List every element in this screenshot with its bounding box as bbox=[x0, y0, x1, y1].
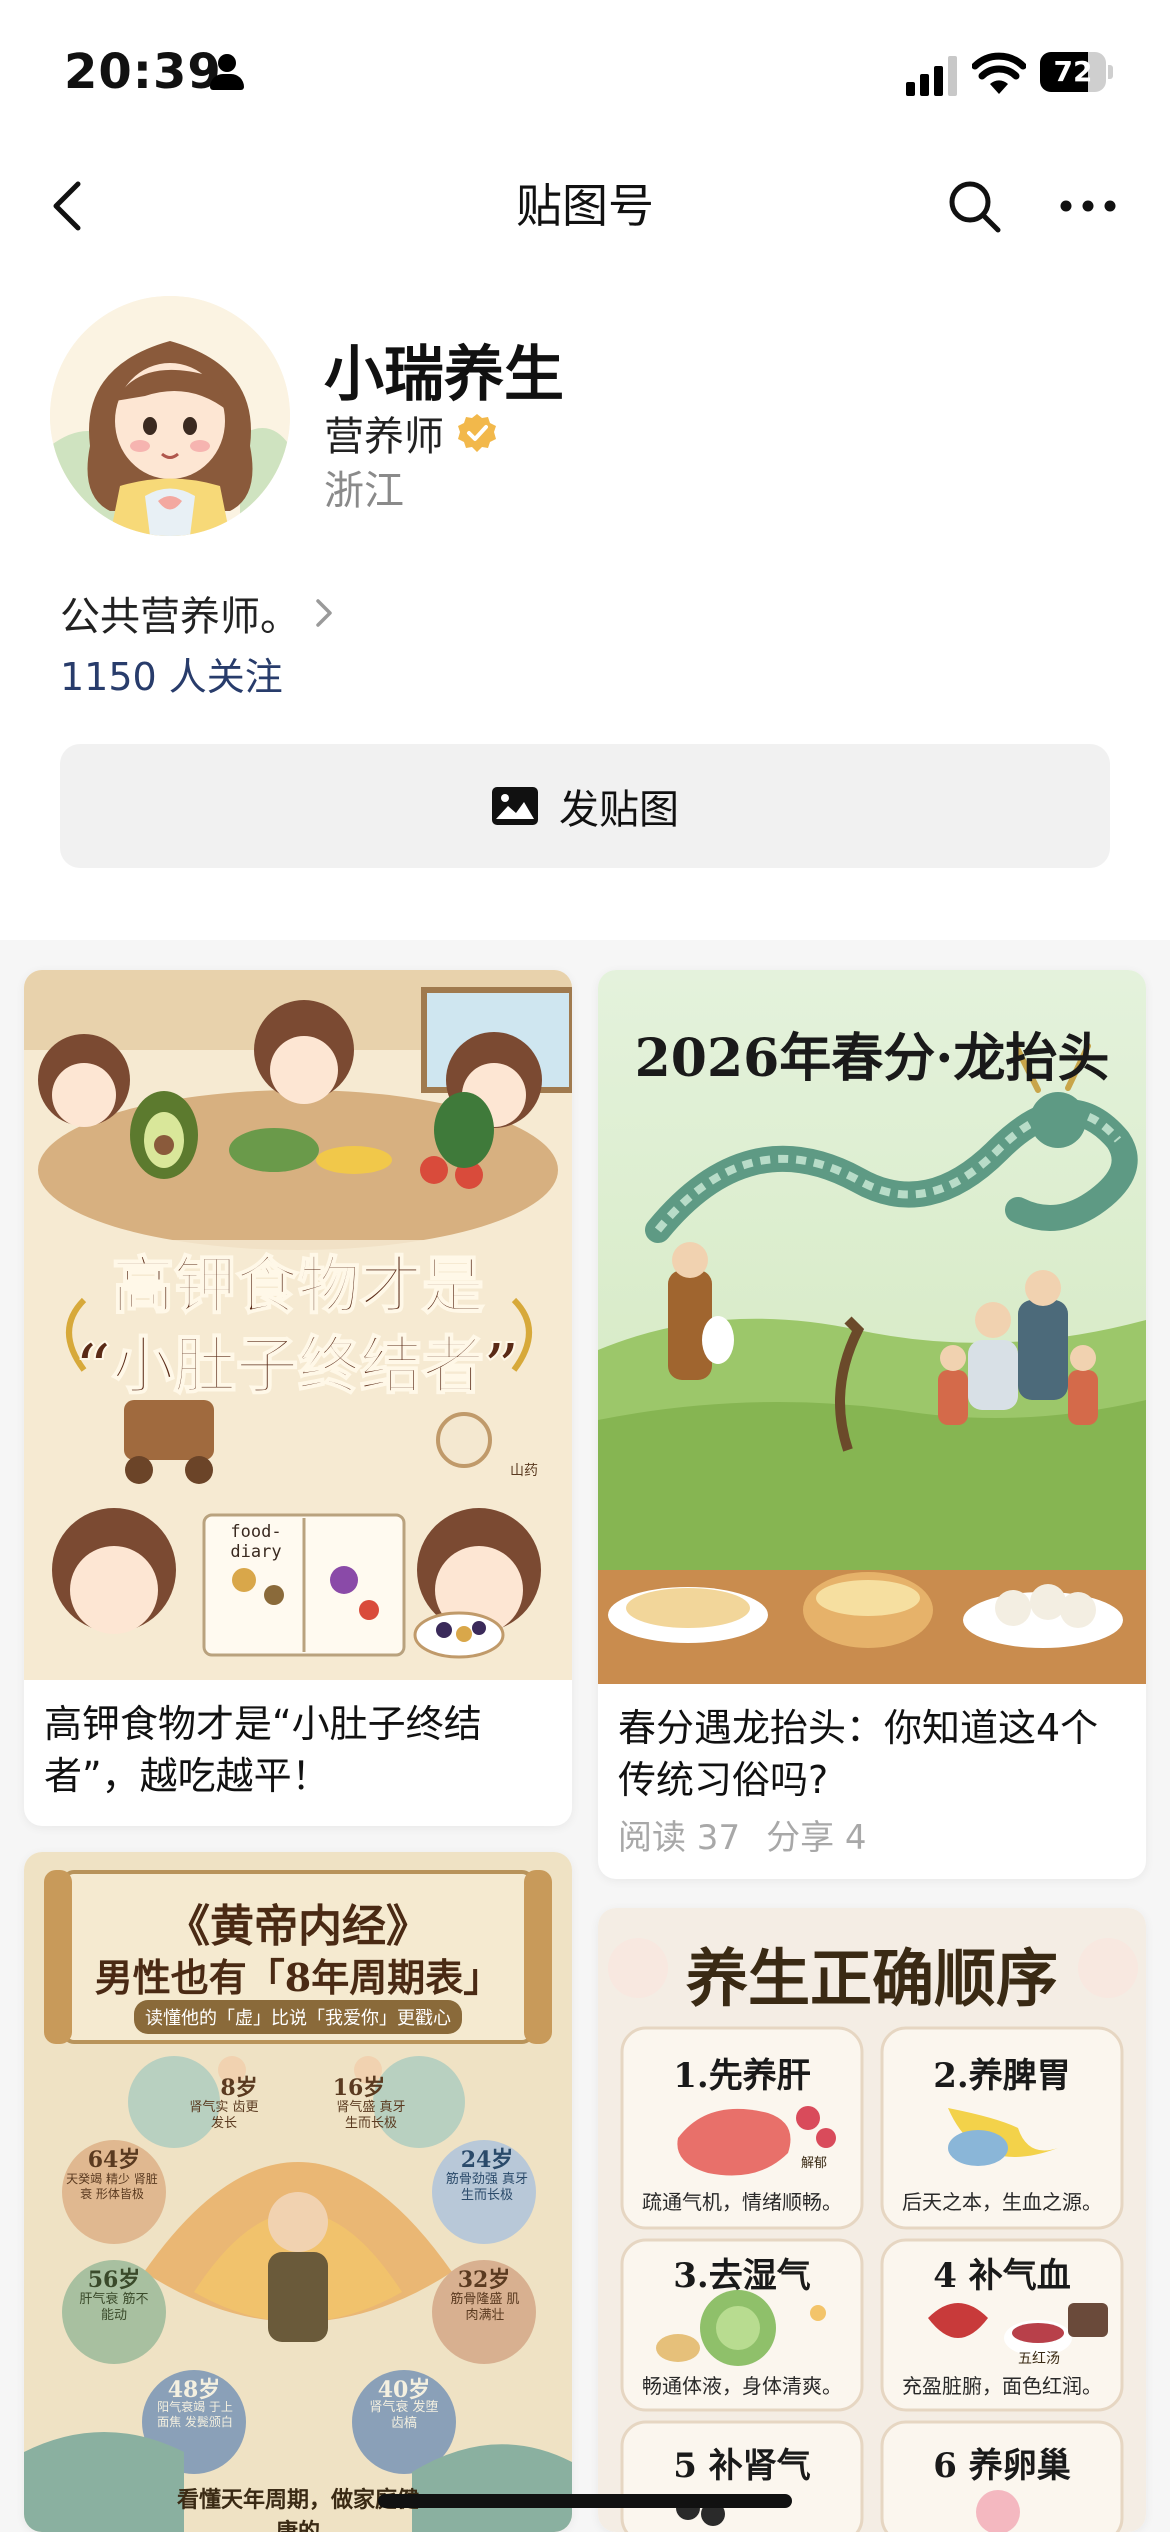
step-title: 3.去湿气 bbox=[673, 2256, 811, 2296]
step-title: 2.养脾胃 bbox=[933, 2056, 1071, 2096]
search-icon[interactable] bbox=[944, 176, 1004, 236]
feed-card[interactable]: 《黄帝内经》 男性也有「8年周期表」 读懂他的「虚」比说「我爱你」更戳心 8岁 … bbox=[24, 1852, 572, 2532]
post-image-button[interactable]: 发贴图 bbox=[60, 744, 1110, 868]
feed-card[interactable]: 养生正确顺序 1.先养肝 疏通气机，情绪顺畅。 解郁 2.养脾胃 后天之本，生血… bbox=[598, 1908, 1146, 2532]
post-image-label: 发贴图 bbox=[559, 787, 679, 833]
feed-card[interactable]: 2026年春分·龙抬头 春分遇龙抬头：你知道这4个传统习俗吗? 阅读 37 分享 … bbox=[598, 970, 1146, 1879]
soup-tag: 五红汤 bbox=[1018, 2351, 1060, 2367]
age-note: 天癸竭 精少 肾脏衰 形体皆极 bbox=[66, 2172, 158, 2201]
age-label: 8岁 bbox=[220, 2075, 258, 2101]
card-image[interactable]: 《黄帝内经》 男性也有「8年周期表」 读懂他的「虚」比说「我爱你」更戳心 8岁 … bbox=[24, 1852, 572, 2532]
age-note: 肾气实 齿更发长 bbox=[189, 2100, 259, 2131]
card-image[interactable]: 高钾食物才是 “小肚子终结者” 山药 food-diary bbox=[24, 970, 572, 1680]
profile-role-label: 营养师 bbox=[324, 414, 444, 460]
status-bar: 20:39 72 bbox=[0, 0, 1170, 150]
verified-badge-icon bbox=[458, 414, 496, 452]
card-image[interactable]: 养生正确顺序 1.先养肝 疏通气机，情绪顺畅。 解郁 2.养脾胃 后天之本，生血… bbox=[598, 1908, 1146, 2532]
profile-region: 浙江 bbox=[324, 468, 404, 514]
age-label: 56岁 bbox=[87, 2267, 141, 2293]
age-note: 肾气盛 真牙生而长极 bbox=[336, 2100, 406, 2131]
home-indicator[interactable] bbox=[378, 2494, 792, 2508]
card-art-title: 2026年春分·龙抬头 bbox=[634, 1028, 1110, 1089]
card-stats: 阅读 37 分享 4 bbox=[598, 1806, 1146, 1879]
chevron-right-icon bbox=[316, 599, 332, 627]
avatar[interactable] bbox=[50, 296, 290, 536]
step-desc: 后天之本，生血之源。 bbox=[902, 2190, 1102, 2214]
read-count: 阅读 37 bbox=[618, 1818, 741, 1858]
card-art-subtitle: 读懂他的「虚」比说「我爱你」更戳心 bbox=[134, 2000, 462, 2034]
step-desc: 疏通气机，情绪顺畅。 bbox=[642, 2190, 842, 2214]
status-time: 20:39 bbox=[64, 44, 222, 100]
step-desc: 畅通体液，身体清爽。 bbox=[642, 2374, 842, 2398]
card-image[interactable]: 2026年春分·龙抬头 bbox=[598, 970, 1146, 1684]
age-label: 16岁 bbox=[332, 2075, 386, 2101]
card-caption[interactable]: 高钾食物才是“小肚子终结者”，越吃越平！ bbox=[24, 1680, 572, 1826]
person-icon bbox=[210, 54, 244, 90]
liver-tag: 解郁 bbox=[800, 2156, 827, 2171]
profile-name: 小瑞养生 bbox=[324, 340, 564, 410]
profile-role: 营养师 bbox=[324, 404, 498, 462]
followers-count[interactable]: 1150 人关注 bbox=[60, 646, 283, 701]
card-art-title-line1: 《黄帝内经》 bbox=[166, 1901, 430, 1952]
profile-bio[interactable]: 公共营养师。 bbox=[60, 584, 336, 642]
card-art-book-label: food-diary bbox=[230, 1522, 282, 1562]
cellular-signal-icon bbox=[906, 56, 958, 96]
chevron-left-icon[interactable] bbox=[40, 176, 100, 236]
nav-bar: 贴图号 bbox=[0, 160, 1170, 252]
step-title: 6 养卵巢 bbox=[933, 2446, 1071, 2486]
card-caption[interactable]: 春分遇龙抬头：你知道这4个传统习俗吗? bbox=[598, 1684, 1146, 1806]
step-title: 5 补肾气 bbox=[673, 2446, 811, 2486]
age-note: 筋骨隆盛 肌肉满壮 bbox=[450, 2292, 520, 2323]
battery-icon: 72 bbox=[1040, 52, 1114, 92]
age-label: 32岁 bbox=[457, 2267, 511, 2293]
age-label: 64岁 bbox=[87, 2147, 141, 2173]
image-icon bbox=[492, 787, 538, 825]
age-note: 肾气衰 发堕齿槁 bbox=[369, 2400, 439, 2431]
battery-percent: 72 bbox=[1053, 55, 1093, 88]
card-art-title-line1: 高钾食物才是 bbox=[111, 1248, 485, 1323]
bio-text: 公共营养师。 bbox=[60, 594, 300, 640]
age-note: 阳气衰竭 于上 面焦 发鬓颁白 bbox=[157, 2400, 233, 2429]
card-art-title-line2: “小肚子终结者” bbox=[75, 1328, 520, 1403]
share-count: 分享 4 bbox=[766, 1818, 867, 1858]
step-title: 4 补气血 bbox=[933, 2256, 1071, 2296]
step-desc: 充盈脏腑，面色红润。 bbox=[902, 2374, 1102, 2398]
card-art-title-line2: 男性也有「8年周期表」 bbox=[94, 1955, 502, 2000]
card-art-small-label: 山药 bbox=[510, 1463, 538, 1479]
card-art-title: 养生正确顺序 bbox=[685, 1942, 1058, 2015]
more-horizontal-icon[interactable] bbox=[1056, 176, 1120, 236]
wifi-icon bbox=[972, 52, 1026, 94]
feed-card[interactable]: 高钾食物才是 “小肚子终结者” 山药 food-diary 高钾食物才是“小肚子… bbox=[24, 970, 572, 1826]
age-note: 筋骨劲强 真牙生而长极 bbox=[445, 2172, 529, 2203]
age-label: 24岁 bbox=[460, 2147, 514, 2173]
step-title: 1.先养肝 bbox=[673, 2056, 811, 2096]
age-note: 肝气衰 筋不能动 bbox=[79, 2292, 149, 2323]
